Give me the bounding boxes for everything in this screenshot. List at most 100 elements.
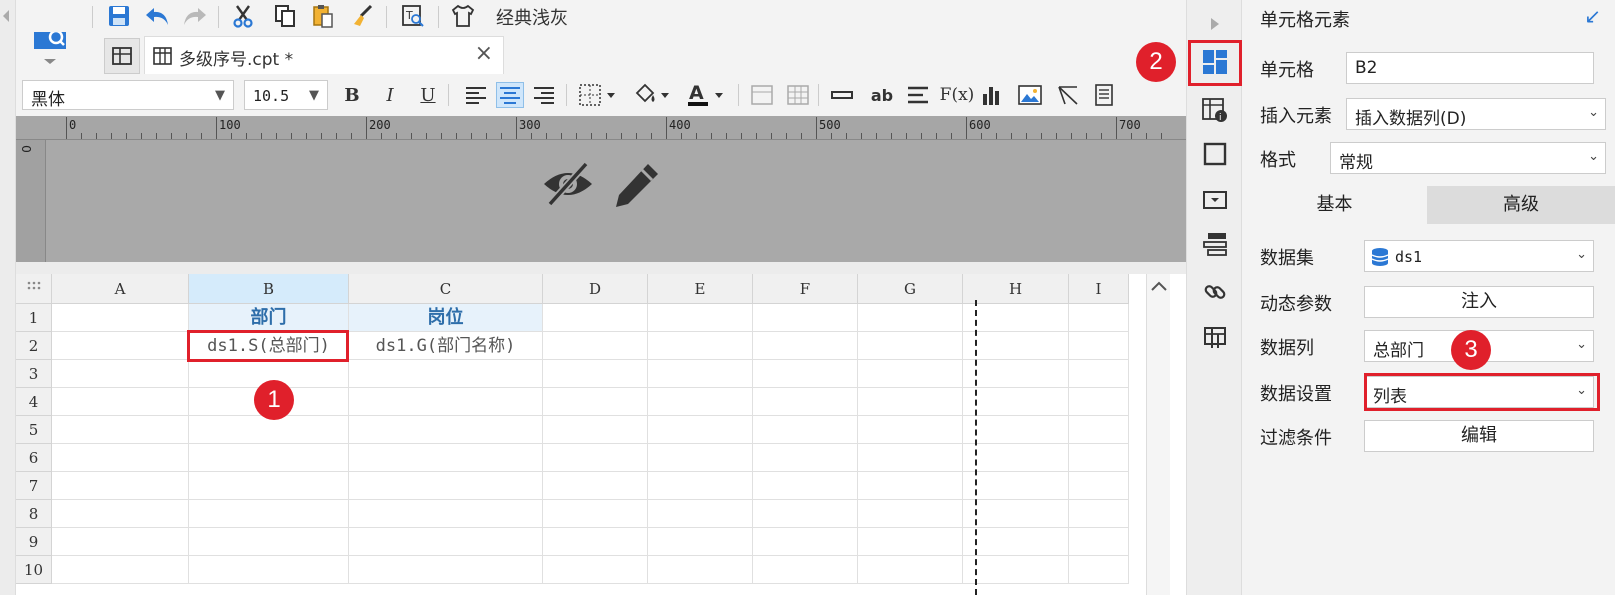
dock-arrow-icon[interactable]: ↙ xyxy=(1584,4,1601,28)
grid-cell[interactable] xyxy=(963,388,1069,416)
grid-cell[interactable] xyxy=(753,332,858,360)
border-frame-tab-icon[interactable] xyxy=(1201,140,1229,168)
grid-cell[interactable] xyxy=(858,528,963,556)
grid-cell[interactable] xyxy=(189,500,349,528)
grid-cell[interactable] xyxy=(963,416,1069,444)
row-header[interactable]: 9 xyxy=(16,528,52,556)
tab-document[interactable]: 多级序号.cpt * × xyxy=(144,36,504,74)
pencil-edit-icon[interactable] xyxy=(612,160,662,210)
formula-button[interactable]: F(x) xyxy=(940,82,975,108)
bold-button[interactable]: B xyxy=(338,82,366,108)
format-painter-icon[interactable] xyxy=(350,3,376,29)
chevron-up-icon[interactable] xyxy=(1148,276,1170,296)
inject-button[interactable]: 注入 xyxy=(1364,286,1594,318)
grid-cell[interactable] xyxy=(189,556,349,584)
format-select[interactable]: 常规 ⌄ xyxy=(1330,142,1606,174)
grid-cell[interactable] xyxy=(543,444,648,472)
grid-cell[interactable] xyxy=(349,472,543,500)
grid-cell[interactable] xyxy=(543,332,648,360)
grid-cell[interactable] xyxy=(858,444,963,472)
grid-cell[interactable] xyxy=(753,416,858,444)
hyperlink-tab-icon[interactable] xyxy=(1201,278,1229,306)
header-cell[interactable]: 岗位 xyxy=(349,304,543,332)
grid-cell[interactable] xyxy=(189,528,349,556)
column-header[interactable]: H xyxy=(963,274,1069,304)
grid-cell[interactable] xyxy=(1069,500,1129,528)
grid-cell[interactable] xyxy=(858,472,963,500)
copy-icon[interactable] xyxy=(272,3,298,29)
text-search-icon[interactable]: T xyxy=(400,3,426,29)
grid-cell[interactable] xyxy=(753,388,858,416)
grid-cell[interactable] xyxy=(753,500,858,528)
row-header[interactable]: 7 xyxy=(16,472,52,500)
grid-cell[interactable] xyxy=(648,304,753,332)
grid-cell[interactable] xyxy=(648,388,753,416)
cell-input[interactable]: B2 xyxy=(1346,52,1594,84)
column-header[interactable]: G xyxy=(858,274,963,304)
grid-cell[interactable] xyxy=(858,416,963,444)
cut-icon[interactable] xyxy=(230,3,256,29)
grid-cell[interactable] xyxy=(753,528,858,556)
save-icon[interactable] xyxy=(106,3,132,29)
font-color-icon[interactable]: A xyxy=(684,82,730,108)
grid-cell[interactable] xyxy=(858,500,963,528)
grid-cell[interactable] xyxy=(753,304,858,332)
grid-cell[interactable] xyxy=(753,360,858,388)
grid-cell[interactable] xyxy=(189,416,349,444)
grid-cell[interactable] xyxy=(52,472,189,500)
grid-cell[interactable] xyxy=(543,416,648,444)
grid-cell[interactable] xyxy=(52,528,189,556)
grid-cell[interactable] xyxy=(189,444,349,472)
merge-cells-icon[interactable] xyxy=(748,82,776,108)
image-icon[interactable] xyxy=(1016,82,1044,108)
font-size-select[interactable]: 10.5 ▼ xyxy=(244,80,328,110)
dataset-select[interactable]: ds1 ⌄ xyxy=(1364,240,1594,272)
font-family-select[interactable]: 黑体 ▼ xyxy=(22,80,234,110)
column-header[interactable]: E xyxy=(648,274,753,304)
row-header[interactable]: 1 xyxy=(16,304,52,332)
row-header[interactable]: 2 xyxy=(16,332,52,360)
row-header[interactable]: 5 xyxy=(16,416,52,444)
insert-row-icon[interactable] xyxy=(828,82,856,108)
grid-cell[interactable] xyxy=(1069,332,1129,360)
underline-button[interactable]: U xyxy=(414,82,442,108)
grid-cell[interactable] xyxy=(648,444,753,472)
grid-cell[interactable] xyxy=(753,444,858,472)
grid-cell[interactable] xyxy=(1069,304,1129,332)
cell-attribute-tab-icon[interactable]: i xyxy=(1201,96,1229,124)
left-collapse-gutter[interactable] xyxy=(0,0,16,595)
grid-cell[interactable] xyxy=(858,556,963,584)
grid-cell[interactable] xyxy=(963,528,1069,556)
grid-cell[interactable] xyxy=(648,332,753,360)
grid-cell[interactable] xyxy=(189,472,349,500)
grid-cell[interactable] xyxy=(753,556,858,584)
align-center-icon[interactable] xyxy=(496,82,524,108)
grid-cell[interactable] xyxy=(1069,360,1129,388)
grid-cell[interactable] xyxy=(543,388,648,416)
grid-cell[interactable] xyxy=(52,332,189,360)
close-tab-icon[interactable]: × xyxy=(475,41,493,66)
grid-cell[interactable] xyxy=(349,556,543,584)
grid-cell[interactable] xyxy=(52,304,189,332)
grid-cell[interactable] xyxy=(52,360,189,388)
grid-cell[interactable] xyxy=(858,360,963,388)
data-column-cell[interactable]: ds1.G(部门名称) xyxy=(349,332,543,360)
grid-cell[interactable] xyxy=(543,500,648,528)
condition-tab-icon[interactable] xyxy=(1201,230,1229,258)
row-header[interactable]: 10 xyxy=(16,556,52,584)
grid-cell[interactable] xyxy=(648,528,753,556)
grid-cell[interactable] xyxy=(648,556,753,584)
grid-cell[interactable] xyxy=(52,556,189,584)
grid-cell[interactable] xyxy=(753,472,858,500)
grid-cell[interactable] xyxy=(858,388,963,416)
column-header[interactable]: F xyxy=(753,274,858,304)
grid-cell[interactable] xyxy=(1069,388,1129,416)
grid-cell[interactable] xyxy=(1069,416,1129,444)
row-header[interactable]: 4 xyxy=(16,388,52,416)
column-header[interactable]: D xyxy=(543,274,648,304)
grid-cell[interactable] xyxy=(543,360,648,388)
grid-cell[interactable] xyxy=(963,444,1069,472)
align-left-icon[interactable] xyxy=(462,82,490,108)
grid-cell[interactable] xyxy=(543,556,648,584)
grid-cell[interactable] xyxy=(349,360,543,388)
